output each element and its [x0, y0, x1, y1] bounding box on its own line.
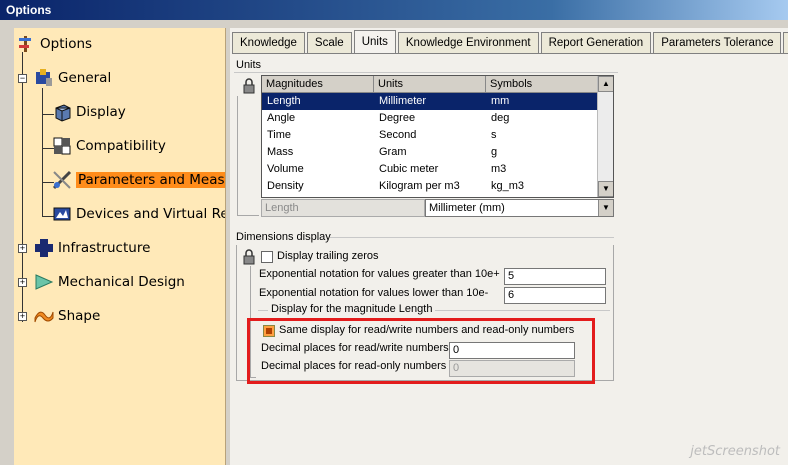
units-group-title: Units — [236, 59, 262, 71]
lock-icon[interactable] — [241, 78, 257, 94]
options-icon — [16, 34, 36, 54]
devices-icon — [52, 204, 72, 224]
tree-item-shape[interactable]: Shape — [34, 304, 100, 328]
units-table: Magnitudes Units Symbols Length Millimet… — [261, 75, 614, 198]
shape-icon — [34, 306, 54, 326]
tab-knowledge[interactable]: Knowledge — [232, 32, 305, 54]
tab-overflow[interactable]: M — [783, 32, 788, 54]
tree-item-mechanical-design[interactable]: Mechanical Design — [34, 270, 185, 294]
infrastructure-icon — [34, 238, 54, 258]
tree-item-display[interactable]: Display — [52, 100, 126, 124]
window-title-bar: Options — [0, 0, 788, 20]
parameters-measure-icon — [52, 170, 72, 190]
tree-item-parameters-measure[interactable]: Parameters and Measure — [52, 168, 225, 192]
column-header-symbols[interactable]: Symbols — [486, 76, 598, 92]
column-header-magnitudes[interactable]: Magnitudes — [262, 76, 374, 92]
magnitude-subgroup-title: Display for the magnitude Length — [268, 303, 436, 315]
unit-selector-row: Length Millimeter (mm) ▼ — [261, 199, 614, 217]
table-row[interactable]: Mass Gram g — [262, 144, 613, 161]
tree-item-compatibility[interactable]: Compatibility — [52, 134, 166, 158]
lock-icon[interactable] — [241, 249, 257, 265]
table-row[interactable]: Time Second s — [262, 127, 613, 144]
general-icon — [34, 68, 54, 88]
exp-lower-label: Exponential notation for values lower th… — [259, 287, 489, 299]
display-cube-icon — [52, 102, 72, 122]
dimensions-group-title: Dimensions display — [236, 231, 331, 243]
highlight-box — [247, 318, 595, 384]
column-header-units[interactable]: Units — [374, 76, 486, 92]
units-table-header: Magnitudes Units Symbols — [262, 76, 613, 93]
exp-lower-input[interactable]: 6 — [504, 287, 606, 304]
display-trailing-zeros-checkbox[interactable] — [261, 251, 273, 263]
table-row[interactable]: Length Millimeter mm — [262, 93, 613, 110]
tab-divider — [232, 53, 788, 54]
scroll-up-icon[interactable]: ▲ — [598, 76, 613, 92]
tree-item-devices[interactable]: Devices and Virtual Reali — [52, 202, 225, 226]
tree-expand-shape[interactable]: + — [18, 312, 27, 321]
tree-item-infrastructure[interactable]: Infrastructure — [34, 236, 150, 260]
tab-knowledge-environment[interactable]: Knowledge Environment — [397, 32, 539, 54]
table-row[interactable]: Density Kilogram per m3 kg_m3 — [262, 178, 613, 195]
tree-item-options[interactable]: Options — [16, 32, 92, 56]
units-left-bracket — [237, 96, 259, 216]
table-row[interactable]: Angle Degree deg — [262, 110, 613, 127]
options-tree: Options − General Display Compatibility … — [14, 28, 226, 465]
watermark: jetScreenshot — [690, 444, 780, 459]
dimensions-group-line — [330, 237, 614, 238]
scroll-down-icon[interactable]: ▼ — [598, 181, 613, 197]
units-scrollbar[interactable]: ▲ ▼ — [597, 76, 613, 197]
compatibility-icon — [52, 136, 72, 156]
tab-units[interactable]: Units — [353, 30, 396, 54]
selected-magnitude-field: Length — [261, 199, 425, 217]
tree-expand-infrastructure[interactable]: + — [18, 244, 27, 253]
table-row[interactable]: Volume Cubic meter m3 — [262, 161, 613, 178]
tab-parameters-tolerance[interactable]: Parameters Tolerance — [653, 32, 782, 54]
tree-expand-mechanical-design[interactable]: + — [18, 278, 27, 287]
tab-report-generation[interactable]: Report Generation — [540, 32, 652, 54]
tree-line — [42, 88, 43, 216]
tree-collapse-general[interactable]: − — [18, 74, 27, 83]
tab-scale[interactable]: Scale — [306, 32, 352, 54]
window-title: Options — [6, 3, 52, 17]
chevron-down-icon[interactable]: ▼ — [598, 200, 613, 216]
tree-item-general[interactable]: General — [34, 66, 111, 90]
mechanical-design-icon — [34, 272, 54, 292]
tab-bar: Knowledge Scale Units Knowledge Environm… — [232, 30, 788, 54]
exp-greater-label: Exponential notation for values greater … — [259, 268, 500, 280]
display-trailing-zeros-label: Display trailing zeros — [277, 250, 379, 262]
exp-greater-input[interactable]: 5 — [504, 268, 606, 285]
unit-dropdown[interactable]: Millimeter (mm) ▼ — [425, 199, 614, 217]
